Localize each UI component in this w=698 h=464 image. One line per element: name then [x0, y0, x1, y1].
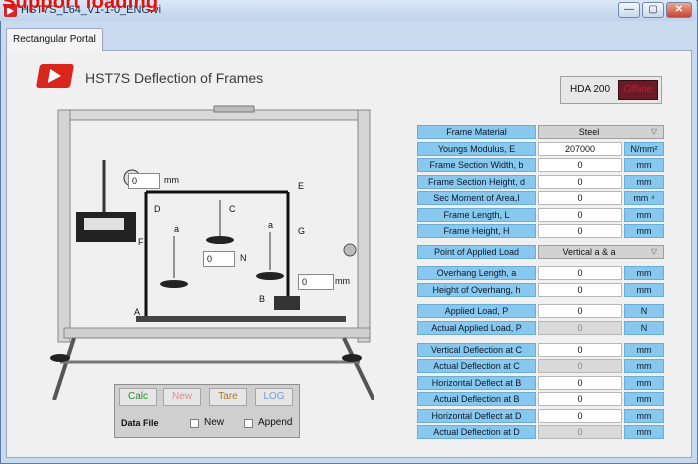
param-label: Actual Deflection at B: [417, 392, 536, 406]
param-label: Frame Section Width, b: [417, 158, 536, 172]
data-file-label: Data File: [121, 418, 159, 428]
param-unit: N/mm²: [624, 142, 664, 156]
param-value-field: 0: [538, 425, 622, 439]
param-label: Applied Load, P: [417, 304, 536, 318]
param-select[interactable]: Steel ▽: [538, 125, 664, 139]
param-label: Frame Material: [417, 125, 536, 139]
param-value-field[interactable]: 0: [538, 409, 622, 423]
param-value-field: 0: [538, 359, 622, 373]
param-select[interactable]: Vertical a & a ▽: [538, 245, 664, 259]
tare-button[interactable]: Tare: [209, 388, 247, 406]
append-checkbox[interactable]: [244, 419, 253, 428]
top-deflection-unit: mm: [164, 175, 179, 185]
param-unit: mm ⁴: [624, 191, 664, 205]
close-button[interactable]: ✕: [666, 2, 692, 18]
param-unit: N: [624, 304, 664, 318]
param-value-field: 0: [538, 321, 622, 335]
param-value-field[interactable]: 0: [538, 158, 622, 172]
param-unit: mm: [624, 359, 664, 373]
param-unit: mm: [624, 283, 664, 297]
param-label: Sec Moment of Area,I: [417, 191, 536, 205]
point-label-f: F: [138, 237, 144, 247]
overhang-label-2: a: [268, 220, 274, 230]
new-checkbox-label: New: [204, 417, 225, 428]
param-label: Actual Applied Load, P: [417, 321, 536, 335]
load-display: 0: [203, 251, 235, 267]
top-deflection-display: 0: [128, 173, 160, 189]
armfield-logo: [35, 64, 75, 88]
param-label: Actual Deflection at D: [417, 425, 536, 439]
point-label-d: D: [154, 204, 161, 214]
param-label: Horizontal Deflect at D: [417, 409, 536, 423]
param-unit: mm: [624, 343, 664, 357]
log-button[interactable]: LOG: [255, 388, 293, 406]
param-value-field[interactable]: 207000: [538, 142, 622, 156]
param-label: Overhang Length, a: [417, 266, 536, 280]
param-label: Frame Section Height, d: [417, 175, 536, 189]
param-value-field[interactable]: 0: [538, 392, 622, 406]
param-label: Youngs Modulus, E: [417, 142, 536, 156]
param-value-field[interactable]: 0: [538, 376, 622, 390]
connection-status-indicator: Offline: [618, 80, 658, 100]
param-value-field[interactable]: 0: [538, 266, 622, 280]
param-unit: mm: [624, 224, 664, 238]
maximize-button[interactable]: ▢: [642, 2, 664, 18]
frame-rig-illustration: [50, 105, 374, 400]
param-value-field[interactable]: 0: [538, 175, 622, 189]
new-checkbox[interactable]: [190, 419, 199, 428]
param-unit: N: [624, 321, 664, 335]
right-deflection-unit: mm: [335, 276, 350, 286]
param-unit: mm: [624, 266, 664, 280]
page-title: HST7S Deflection of Frames: [85, 70, 264, 86]
load-unit: N: [240, 253, 247, 263]
calc-button[interactable]: Calc: [119, 388, 157, 406]
overhang-label-1: a: [174, 224, 180, 234]
point-label-g: G: [298, 226, 306, 236]
param-value-field[interactable]: 0: [538, 283, 622, 297]
point-label-e: E: [298, 181, 305, 191]
dropdown-arrow-icon[interactable]: ▽: [651, 246, 657, 258]
new-button[interactable]: New: [163, 388, 201, 406]
param-unit: mm: [624, 392, 664, 406]
param-value-field[interactable]: 0: [538, 191, 622, 205]
param-label: Frame Length, L: [417, 208, 536, 222]
param-value-field[interactable]: 0: [538, 304, 622, 318]
param-unit: mm: [624, 175, 664, 189]
param-select-value: Steel: [578, 127, 600, 137]
dropdown-arrow-icon[interactable]: ▽: [651, 126, 657, 138]
param-value-field[interactable]: 0: [538, 208, 622, 222]
param-unit: mm: [624, 208, 664, 222]
param-value-field[interactable]: 0: [538, 343, 622, 357]
point-label-b: B: [259, 294, 266, 304]
param-label: Point of Applied Load: [417, 245, 536, 259]
hda-label: HDA 200: [570, 84, 611, 95]
tab-rectangular-portal[interactable]: Rectangular Portal: [6, 28, 103, 51]
overlay-caption: Support loading: [2, 0, 159, 13]
param-unit: mm: [624, 376, 664, 390]
right-deflection-display: 0: [298, 274, 334, 290]
point-label-a: A: [134, 307, 141, 317]
param-unit: mm: [624, 425, 664, 439]
minimize-button[interactable]: —: [618, 2, 640, 18]
param-label: Frame Height, H: [417, 224, 536, 238]
param-label: Vertical Deflection at C: [417, 343, 536, 357]
param-label: Height of Overhang, h: [417, 283, 536, 297]
param-unit: mm: [624, 158, 664, 172]
param-value-field[interactable]: 0: [538, 224, 622, 238]
param-select-value: Vertical a & a: [562, 247, 616, 257]
param-label: Actual Deflection at C: [417, 359, 536, 373]
point-label-c: C: [229, 204, 236, 214]
param-unit: mm: [624, 409, 664, 423]
append-checkbox-label: Append: [258, 417, 293, 428]
param-label: Horizontal Deflect at B: [417, 376, 536, 390]
